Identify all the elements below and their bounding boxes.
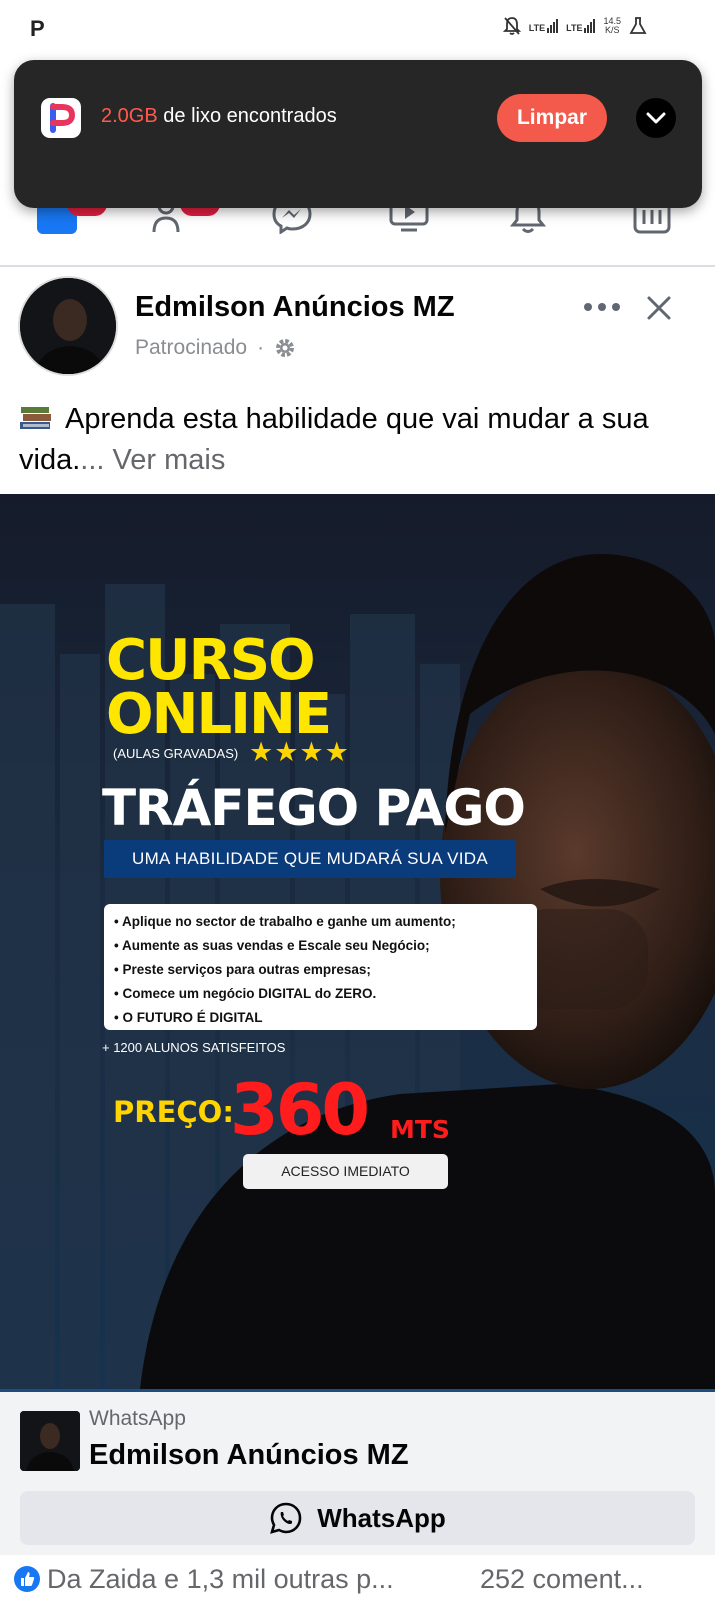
ad-bullet: • Preste serviços para outras empresas; [114,962,371,977]
see-more-link[interactable]: Ver mais [113,444,226,476]
network-label-2: LTE [566,23,583,33]
ad-bullet: • Aplique no sector de trabalho e ganhe … [114,914,456,929]
close-icon[interactable] [646,295,672,321]
comments-count[interactable]: 252 coment... [480,1564,644,1595]
sponsored-label: Patrocinado [135,336,248,359]
status-bar: P LTE LTE 14.5 K/S [0,0,715,60]
post-ellipsis: ... [80,444,105,476]
status-app-glyph: P [30,16,45,41]
notification-message: 2.0GB de lixo encontrados [101,105,337,128]
star-rating-icon: ★★★★ [249,737,350,767]
whatsapp-button-label: WhatsApp [317,1502,446,1533]
post-text: Aprenda esta habilidade que vai mudar a … [19,399,699,481]
ad-subtitle: (AULAS GRAVADAS) [113,746,239,761]
cleaner-notification[interactable]: 2.0GB de lixo encontrados Limpar [14,60,702,208]
ad-bullet: • O FUTURO É DIGITAL [114,1010,263,1025]
ad-benefits-box: • Aplique no sector de trabalho e ganhe … [104,904,537,1030]
flask-icon [629,17,647,34]
meta-separator: · [257,336,265,359]
ad-access-badge: ACESSO IMEDIATO [243,1154,448,1189]
junk-amount: 2.0GB [101,105,158,127]
network-label-1: LTE [528,23,546,33]
whatsapp-button[interactable]: WhatsApp [20,1491,695,1545]
signal-icon [547,19,559,33]
whatsapp-icon [270,1502,302,1534]
cta-title: Edmilson Anúncios MZ [89,1439,409,1471]
ad-bullet: • Aumente as suas vendas e Escale seu Ne… [114,938,430,953]
junk-message: de lixo encontrados [157,105,337,127]
cta-block[interactable]: WhatsApp Edmilson Anúncios MZ WhatsApp [0,1389,715,1555]
ad-price-label: PREÇO: [113,1095,234,1129]
ad-students: + 1200 ALUNOS SATISFEITOS [102,1040,286,1055]
notifications-off-icon [502,17,521,35]
ad-price-currency: MTS [390,1115,450,1144]
ad-headline: TRÁFEGO PAGO [102,779,526,837]
ad-title-line2: ONLINE [106,682,332,747]
ad-bullet: • Comece um negócio DIGITAL do ZERO. [114,986,377,1001]
cleaner-app-icon [41,98,81,138]
page-avatar[interactable] [18,276,118,376]
cta-source: WhatsApp [89,1407,186,1430]
speed-unit: K/S [604,25,620,35]
status-icons: LTE LTE 14.5 K/S [502,16,647,36]
page-name[interactable]: Edmilson Anúncios MZ [135,291,455,324]
ad-title-line1: CURSO [106,628,316,693]
signal-icon [584,19,596,33]
chevron-down-icon[interactable] [636,98,676,138]
like-icon [14,1566,40,1592]
ad-tagline: UMA HABILIDADE QUE MUDARÁ SUA VIDA [104,840,516,878]
books-emoji-icon [20,407,51,429]
ad-price-value: 360 [230,1069,370,1151]
reactions-bar: Da Zaida e 1,3 mil outras p... 252 comen… [0,1556,715,1600]
gear-icon [276,339,295,357]
reactions-summary[interactable]: Da Zaida e 1,3 mil outras p... [47,1564,394,1595]
clean-button[interactable]: Limpar [497,94,607,142]
post-meta: Patrocinado · [135,336,296,360]
cta-thumbnail [20,1411,80,1471]
more-options-icon[interactable] [582,300,622,314]
